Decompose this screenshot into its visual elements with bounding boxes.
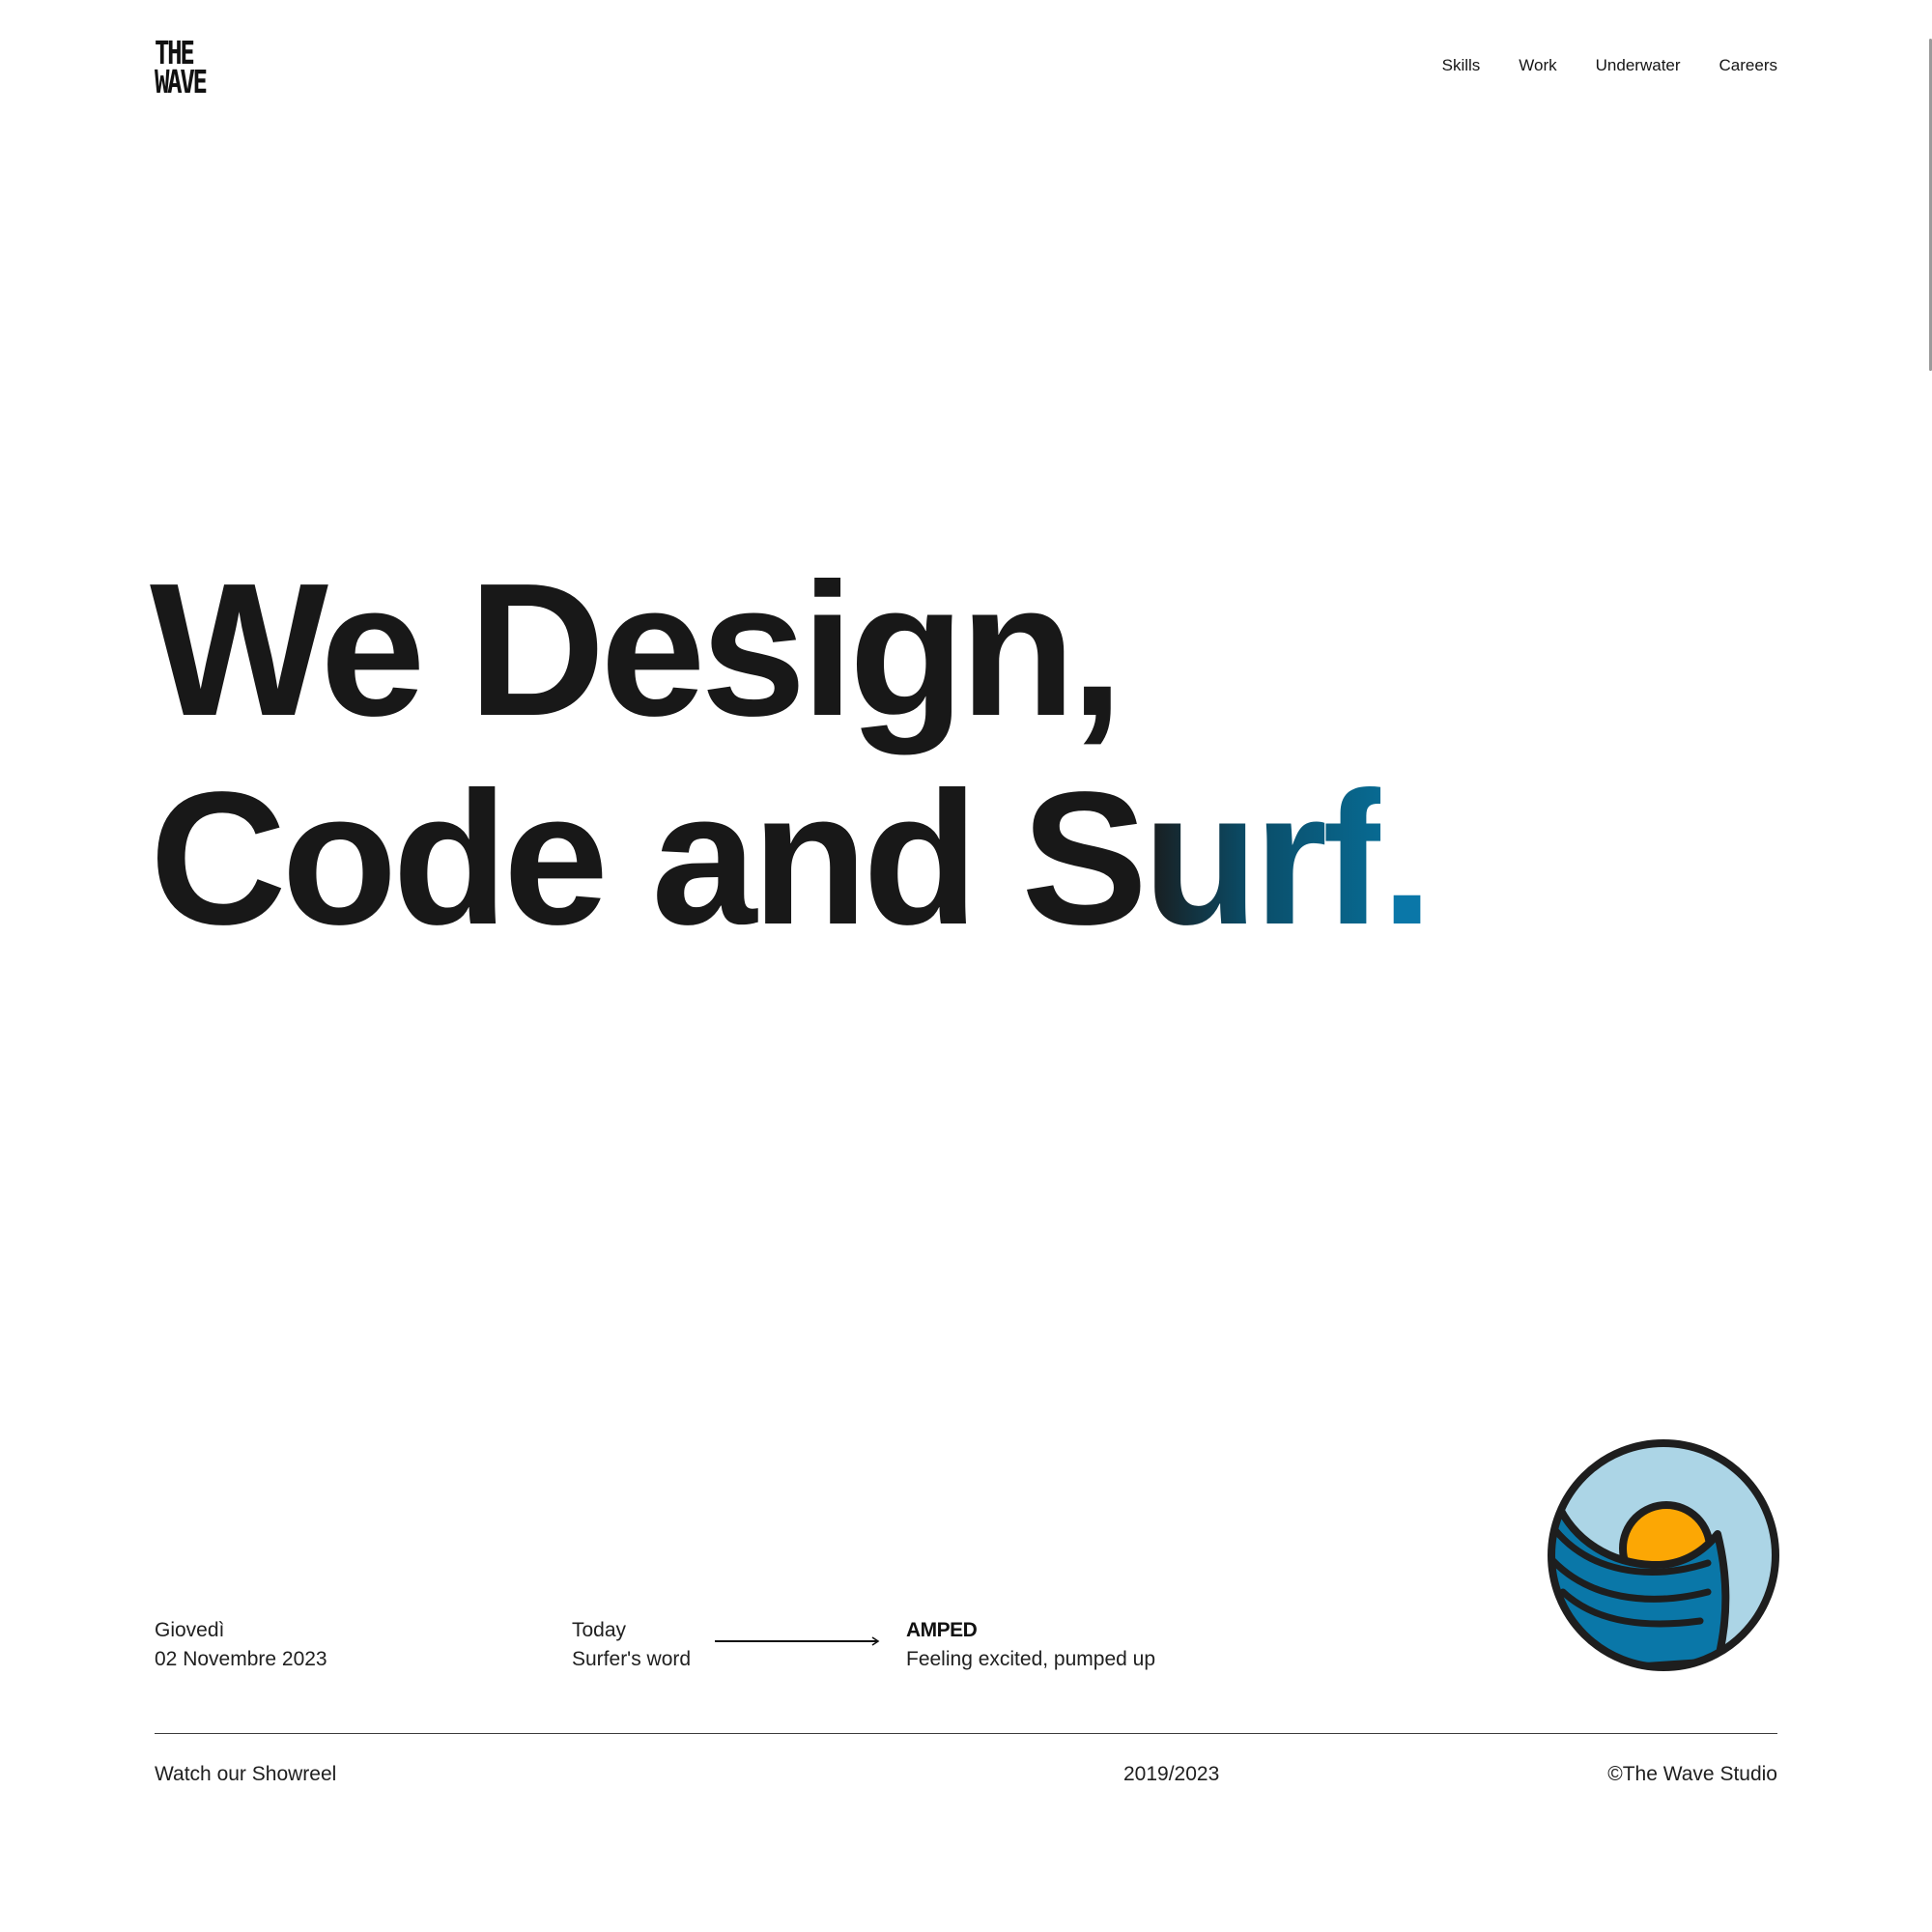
logo[interactable]: THE WAVE: [155, 37, 214, 100]
word-block: AMPED Feeling excited, pumped up: [906, 1616, 1155, 1674]
hero-line-1: We Design,: [150, 544, 1123, 755]
surfer-word-label: Surfer's word: [572, 1648, 692, 1670]
hero-line-2: Code and Surf.: [150, 753, 1434, 964]
surfer-word-definition: Feeling excited, pumped up: [906, 1648, 1155, 1670]
main-nav: Skills Work Underwater Careers: [1442, 56, 1777, 75]
nav-item-work[interactable]: Work: [1519, 56, 1556, 75]
years-range: 2019/2023: [1123, 1763, 1220, 1785]
hero-heading: We Design, Code and Surf.: [150, 544, 1434, 964]
hero-line-2-start: Code and S: [150, 753, 1148, 964]
date-block: Giovedì 02 Novembre 2023: [155, 1616, 327, 1674]
surfer-word: AMPED: [906, 1619, 978, 1641]
nav-item-skills[interactable]: Skills: [1442, 56, 1481, 75]
showreel-link[interactable]: Watch our Showreel: [155, 1763, 336, 1786]
logo-line-2: WAVE: [155, 63, 208, 100]
today-block: Today Surfer's word: [572, 1616, 691, 1674]
wave-sun-icon: [1548, 1439, 1779, 1671]
arrow-right-icon: [715, 1636, 880, 1646]
weekday: Giovedì: [155, 1619, 225, 1641]
hero-dot: .: [1380, 753, 1434, 964]
nav-item-underwater[interactable]: Underwater: [1596, 56, 1681, 75]
today-label: Today: [572, 1619, 627, 1641]
copyright: ©The Wave Studio: [1607, 1763, 1777, 1785]
nav-item-careers[interactable]: Careers: [1719, 56, 1777, 75]
date: 02 Novembre 2023: [155, 1648, 327, 1670]
hero-surf-gradient: urf: [1143, 753, 1385, 964]
footer-divider: [155, 1733, 1777, 1734]
